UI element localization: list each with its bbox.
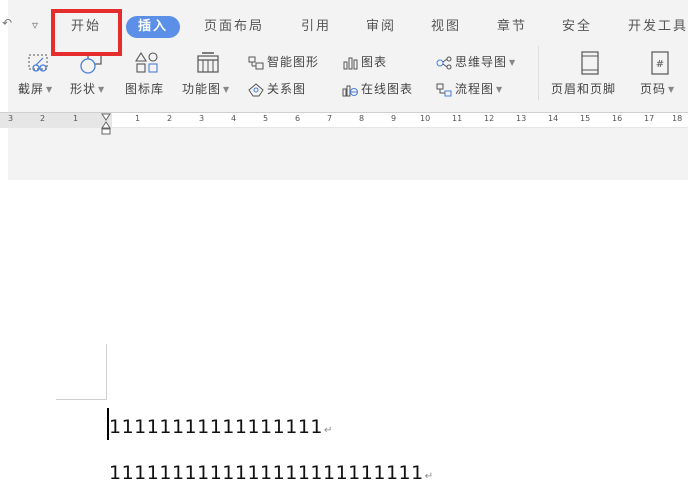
ruler-tick: 8 [359,114,365,123]
paragraph-mark-icon: ↵ [324,425,333,436]
header-footer-icon [581,51,599,75]
tab-sections[interactable]: 章节 [497,14,527,40]
ruler-tick: 12 [484,114,495,123]
header-footer-button[interactable]: 页眉和页脚 [551,80,616,97]
tab-security[interactable]: 安全 [562,14,592,40]
online-chart-icon [342,85,358,96]
mind-map-icon [436,56,452,69]
ruler-tick: 5 [263,114,269,123]
margin-corner-mark [56,399,106,400]
ruler-tick: 11 [452,114,463,123]
paragraph-mark-icon: ↵ [424,471,434,482]
chevron-down-icon: ▼ [223,85,231,94]
shapes-button[interactable]: 形状 ▼ [70,80,105,97]
tab-page-layout[interactable]: 页面布局 [204,14,264,40]
horizontal-ruler[interactable]: 3 2 1 1 2 3 4 5 6 7 8 9 10 11 12 13 14 1… [0,112,688,135]
ruler-tick: 3 [199,114,205,123]
toolbar-separator [538,46,539,100]
chevron-down-icon: ▼ [509,58,517,67]
icon-library-button[interactable]: 图标库 [125,80,164,97]
quick-access-dropdown-icon[interactable]: ▿ [32,18,38,32]
ruler-tick: 13 [516,114,527,123]
mind-map-button[interactable]: 思维导图 ▼ [436,53,516,70]
relation-chart-icon [248,82,264,96]
chart-button[interactable]: 图表 [342,53,387,70]
flowchart-icon [436,83,452,96]
tab-review[interactable]: 审阅 [366,14,396,40]
screenshot-button[interactable]: 截屏 ▼ [18,80,53,97]
ruler-tick: 10 [420,114,431,123]
document-line[interactable]: 11111111111111111↵ [109,416,333,438]
relation-chart-button[interactable]: 关系图 [248,80,306,97]
chevron-down-icon: ▼ [668,85,676,94]
ruler-tick: 2 [167,114,173,123]
smart-graphic-icon [248,56,264,69]
chevron-down-icon: ▼ [98,85,106,94]
tab-developer[interactable]: 开发工具 [628,14,688,40]
highlight-annotation [51,9,122,56]
tab-insert[interactable]: 插入 [126,16,181,38]
ruler-tick: 14 [548,114,559,123]
function-chart-button[interactable]: 功能图 ▼ [182,80,230,97]
screenshot-icon [28,54,48,72]
chevron-down-icon: ▼ [496,85,504,94]
ruler-tick: 6 [295,114,301,123]
page-number-button[interactable]: 页码 ▼ [640,80,675,97]
ruler-tick: 2 [40,114,46,123]
smart-graphic-button[interactable]: 智能图形 [248,53,319,70]
ruler-tick: 1 [135,114,141,123]
ruler-tick: 18 [672,114,683,123]
indent-marker-icon[interactable] [101,113,111,135]
margin-corner-mark [106,344,107,400]
ruler-tick: 3 [8,114,14,123]
bar-chart-icon [343,57,358,69]
ruler-tick: 7 [327,114,333,123]
tab-view[interactable]: 视图 [431,14,461,40]
ruler-tick: 17 [644,114,655,123]
flowchart-button[interactable]: 流程图 ▼ [436,80,503,97]
document-text: 11111111111111111 [109,416,324,438]
ruler-tick: 1 [73,114,79,123]
online-chart-button[interactable]: 在线图表 [342,80,413,97]
undo-icon[interactable]: ↶ [2,16,12,30]
page-number-icon: # [651,51,669,75]
tab-references[interactable]: 引用 [301,14,331,40]
svg-text:#: # [656,59,664,70]
chevron-down-icon: ▼ [46,85,54,94]
ruler-tick: 4 [231,114,237,123]
ruler-tick: 9 [391,114,397,123]
ruler-tick: 15 [580,114,591,123]
ruler-tick: 16 [612,114,623,123]
document-line[interactable]: 1111111111111111111111111↵ [109,462,434,484]
icon-library-icon [135,52,158,73]
document-text: 1111111111111111111111111 [109,462,424,484]
function-chart-icon [197,52,219,73]
